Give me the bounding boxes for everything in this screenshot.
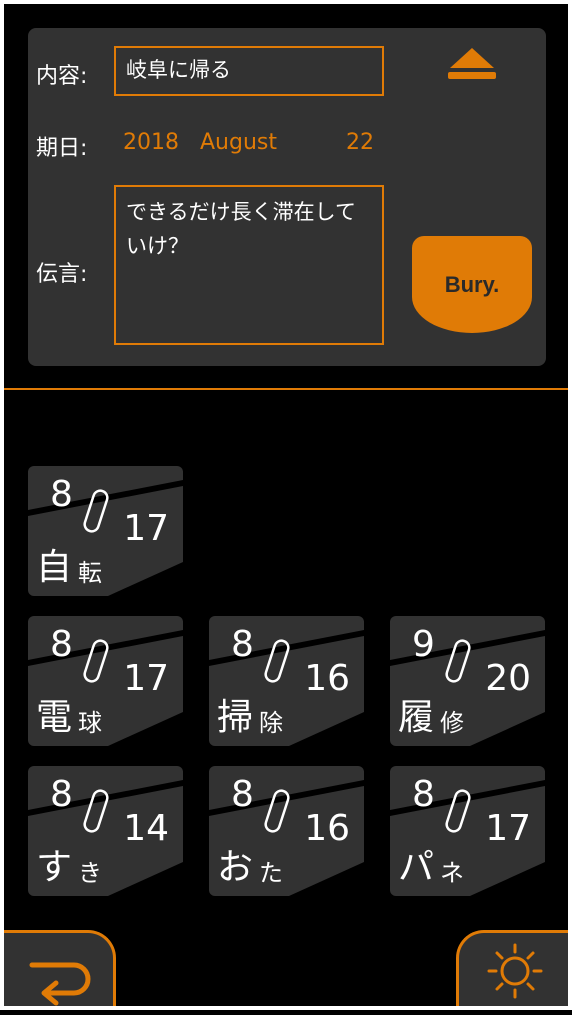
settings-button[interactable] xyxy=(456,930,568,1008)
due-year[interactable]: 2018 xyxy=(123,130,179,155)
card-title-main: 掃 xyxy=(217,697,254,738)
card-title-main: パ xyxy=(398,847,435,888)
card-title-main: 履 xyxy=(398,697,435,738)
due-label: 期日: xyxy=(36,136,88,161)
card-month: 8 xyxy=(50,474,73,515)
card-day: 17 xyxy=(123,508,169,549)
memo-card[interactable]: 8 17 パ ネ xyxy=(390,766,545,896)
card-month: 8 xyxy=(231,774,254,815)
card-title-sub: 除 xyxy=(259,709,283,737)
card-title-main: す xyxy=(36,847,73,888)
message-textarea[interactable]: できるだけ長く滞在していけ？ xyxy=(114,185,384,345)
card-day: 20 xyxy=(485,658,531,699)
return-arrow-icon xyxy=(29,962,91,1006)
card-title-sub: 球 xyxy=(78,709,102,737)
memo-card[interactable]: 9 20 履 修 xyxy=(390,616,545,746)
card-month: 9 xyxy=(412,624,435,665)
due-month[interactable]: August xyxy=(200,130,277,155)
card-title-sub: た xyxy=(259,859,283,887)
memo-card[interactable]: 8 16 お た xyxy=(209,766,364,896)
card-month: 8 xyxy=(50,774,73,815)
card-day: 16 xyxy=(304,808,350,849)
memo-card[interactable]: 8 17 自 転 xyxy=(28,466,183,596)
card-title-main: お xyxy=(217,847,254,888)
card-title-main: 電 xyxy=(36,697,73,738)
back-button[interactable] xyxy=(4,930,116,1008)
card-title-sub: ネ xyxy=(440,859,464,887)
card-day: 17 xyxy=(485,808,531,849)
memo-form: 内容: 岐阜に帰る 期日: 2018 August 22 伝言: できるだけ長く… xyxy=(28,28,546,366)
content-label: 内容: xyxy=(36,64,88,89)
card-day: 14 xyxy=(123,808,169,849)
card-day: 16 xyxy=(304,658,350,699)
message-label: 伝言: xyxy=(36,262,88,287)
card-title-main: 自 xyxy=(36,547,73,588)
message-value: できるだけ長く滞在していけ？ xyxy=(126,200,356,258)
card-title-sub: 修 xyxy=(440,709,464,737)
card-day: 17 xyxy=(123,658,169,699)
bury-button[interactable]: Bury. xyxy=(412,236,532,333)
card-month: 8 xyxy=(412,774,435,815)
content-value: 岐阜に帰る xyxy=(126,58,231,82)
card-month: 8 xyxy=(231,624,254,665)
card-title-sub: 転 xyxy=(78,559,102,587)
memo-card[interactable]: 8 17 電 球 xyxy=(28,616,183,746)
card-month: 8 xyxy=(50,624,73,665)
section-divider xyxy=(4,388,568,390)
card-title-sub: き xyxy=(78,859,102,887)
memo-card[interactable]: 8 14 す き xyxy=(28,766,183,896)
eject-icon[interactable] xyxy=(446,42,498,86)
content-input[interactable]: 岐阜に帰る xyxy=(114,46,384,96)
memo-card[interactable]: 8 16 掃 除 xyxy=(209,616,364,746)
due-day[interactable]: 22 xyxy=(346,130,374,155)
bury-label: Bury. xyxy=(444,271,500,297)
sun-icon xyxy=(487,943,543,999)
